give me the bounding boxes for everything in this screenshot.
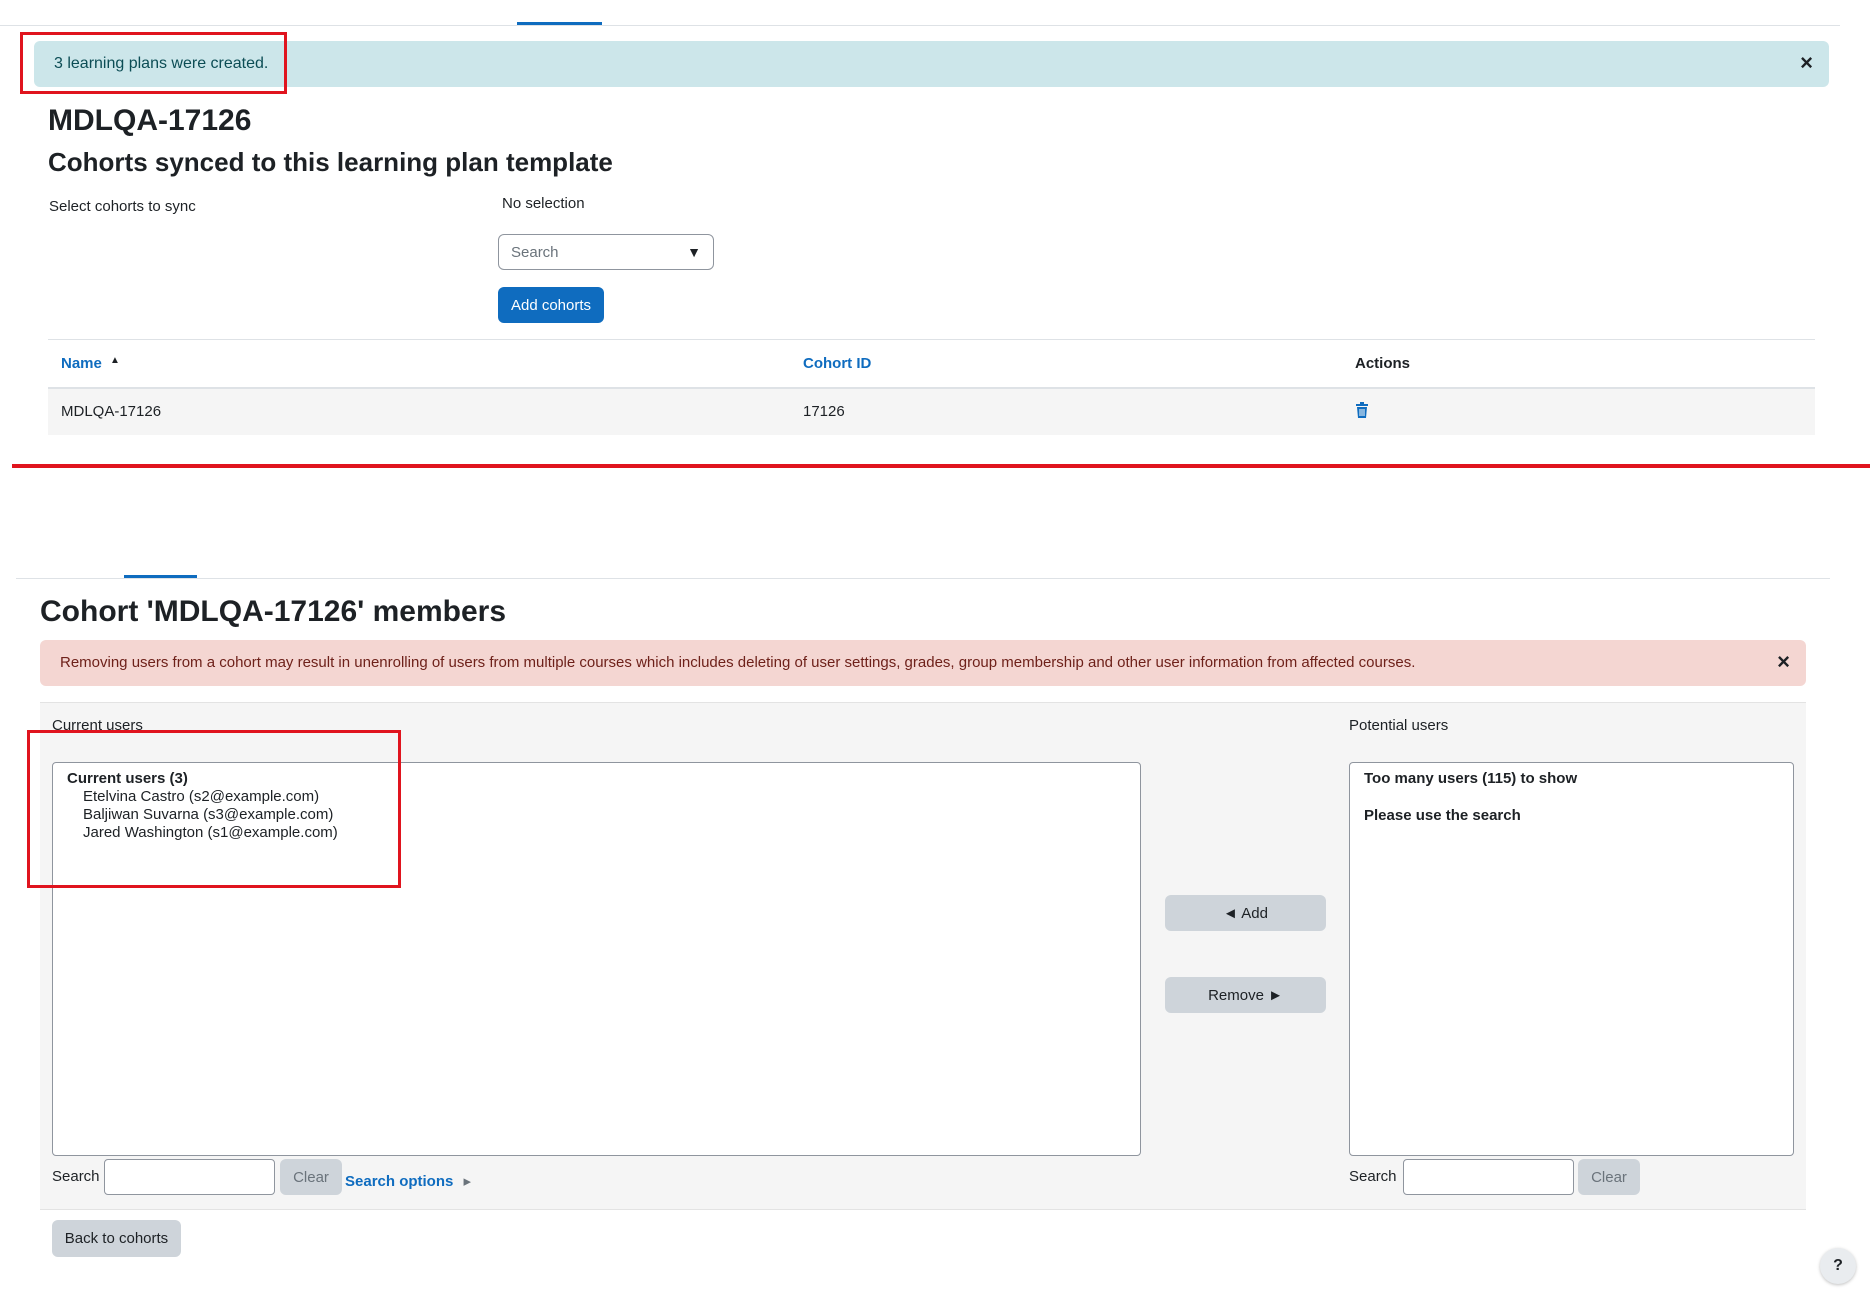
actions-column-header: Actions — [1355, 355, 1411, 372]
name-column-header[interactable]: Name ▲ — [61, 355, 120, 372]
page-title: MDLQA-17126 — [48, 104, 252, 137]
potential-users-hint: Please use the search — [1364, 807, 1521, 824]
warning-alert: Removing users from a cohort may result … — [40, 640, 1806, 686]
table-row — [48, 389, 1815, 435]
table-top-border — [48, 339, 1815, 340]
warning-message: Removing users from a cohort may result … — [60, 654, 1416, 671]
add-user-button[interactable]: ◄ Add — [1165, 895, 1326, 931]
section-separator — [12, 464, 1870, 468]
selection-status: No selection — [502, 195, 585, 212]
potential-users-message: Too many users (115) to show — [1364, 770, 1578, 787]
remove-user-button[interactable]: Remove ► — [1165, 977, 1326, 1013]
close-icon[interactable]: × — [1777, 651, 1790, 673]
cohort-active-tab-indicator — [124, 575, 197, 578]
success-alert: 3 learning plans were created. × — [34, 41, 1829, 87]
top-tab-divider — [0, 25, 1840, 26]
back-to-cohorts-button[interactable]: Back to cohorts — [52, 1220, 181, 1257]
select-cohorts-label: Select cohorts to sync — [49, 198, 196, 215]
potential-users-search-input[interactable] — [1403, 1159, 1574, 1195]
potential-clear-button[interactable]: Clear — [1578, 1159, 1640, 1195]
potential-users-label: Potential users — [1349, 717, 1449, 734]
close-icon[interactable]: × — [1800, 52, 1813, 74]
caret-right-icon: ▸ — [463, 1173, 472, 1190]
search-options-link[interactable]: Search options ▸ — [345, 1172, 471, 1190]
dropdown-arrow-icon: ▼ — [687, 244, 701, 260]
section-heading: Cohorts synced to this learning plan tem… — [48, 147, 613, 177]
cohort-members-heading: Cohort 'MDLQA-17126' members — [40, 595, 507, 628]
sort-ascending-icon: ▲ — [110, 355, 120, 366]
highlight-box-current-users — [27, 730, 401, 888]
active-tab-indicator — [517, 22, 602, 25]
search-options-label: Search options — [345, 1173, 454, 1190]
highlight-box-success — [20, 32, 287, 94]
cohort-search-select[interactable]: Search ▼ — [498, 234, 714, 270]
name-header-label: Name — [61, 355, 102, 372]
potential-users-list[interactable]: Too many users (115) to show Please use … — [1349, 762, 1794, 1156]
current-users-search-input[interactable] — [104, 1159, 275, 1195]
search-placeholder: Search — [511, 244, 559, 261]
cohort-id-column-header[interactable]: Cohort ID — [803, 355, 871, 372]
potential-search-label: Search — [1349, 1168, 1397, 1185]
trash-icon[interactable] — [1355, 402, 1369, 423]
help-icon[interactable]: ? — [1820, 1248, 1856, 1284]
current-search-label: Search — [52, 1168, 100, 1185]
current-clear-button[interactable]: Clear — [280, 1159, 342, 1195]
cohort-name-cell: MDLQA-17126 — [61, 403, 162, 420]
cohort-id-cell: 17126 — [803, 403, 845, 420]
add-cohorts-button[interactable]: Add cohorts — [498, 287, 604, 323]
cohort-tab-divider — [16, 578, 1830, 579]
